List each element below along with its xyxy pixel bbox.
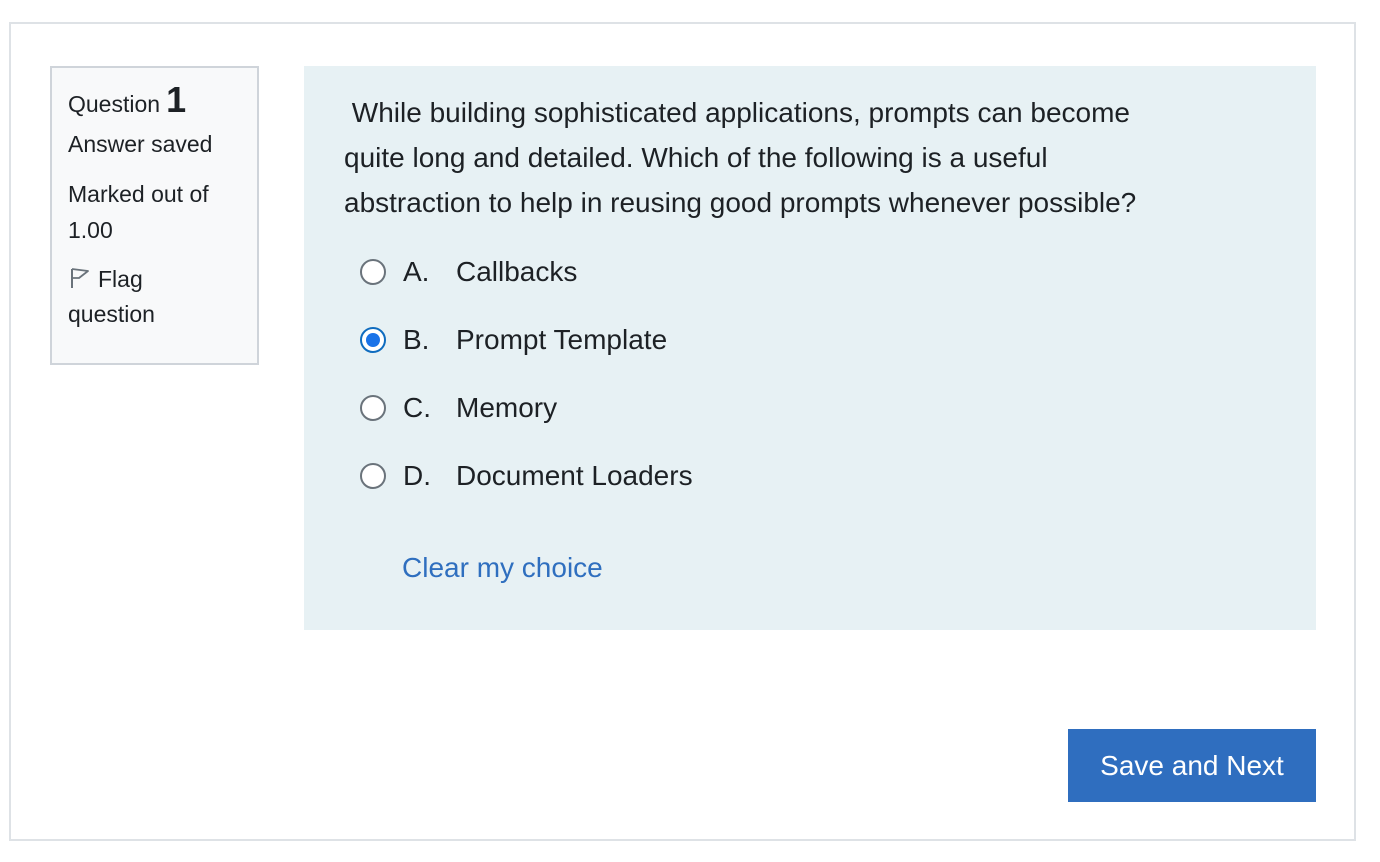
answer-option-c[interactable]: C. Memory [360, 392, 1276, 463]
option-letter-d: D. [403, 460, 431, 491]
answer-options: A. Callbacks B. Prompt Template C. Memor… [344, 256, 1276, 531]
clear-choice-link[interactable]: Clear my choice [402, 550, 603, 586]
grade-value: 1.00 [68, 217, 113, 243]
save-and-next-button[interactable]: Save and Next [1068, 729, 1316, 802]
question-label: Question [68, 91, 161, 117]
question-text: While building sophisticated application… [344, 97, 1137, 218]
flag-label-2: question [68, 301, 155, 327]
option-text-d: Document Loaders [456, 460, 693, 491]
flag-outline-icon [68, 265, 92, 289]
radio-b[interactable] [360, 327, 386, 353]
radio-d[interactable] [360, 463, 386, 489]
grade-info: Marked out of 1.00 [68, 176, 242, 248]
question-number: Question 1 [68, 82, 242, 120]
question-info-panel: Question 1 Answer saved Marked out of 1.0… [50, 66, 259, 365]
question-number-value: 1 [166, 79, 187, 120]
flag-question-toggle[interactable]: Flag question [68, 262, 242, 332]
grade-label: Marked out of [68, 181, 209, 207]
answer-option-a[interactable]: A. Callbacks [360, 256, 1276, 327]
question-content: While building sophisticated application… [304, 66, 1316, 630]
answer-option-d[interactable]: D. Document Loaders [360, 460, 1276, 531]
option-text-b: Prompt Template [456, 324, 668, 355]
option-text-a: Callbacks [456, 256, 578, 287]
radio-c[interactable] [360, 395, 386, 421]
answer-option-b[interactable]: B. Prompt Template [360, 324, 1276, 395]
radio-a[interactable] [360, 259, 386, 285]
option-letter-b: B. [403, 324, 430, 355]
flag-label-1: Flag [98, 266, 143, 292]
option-text-c: Memory [456, 392, 558, 423]
option-letter-a: A. [403, 256, 430, 287]
answer-state: Answer saved [68, 131, 213, 157]
option-letter-c: C. [403, 392, 431, 423]
